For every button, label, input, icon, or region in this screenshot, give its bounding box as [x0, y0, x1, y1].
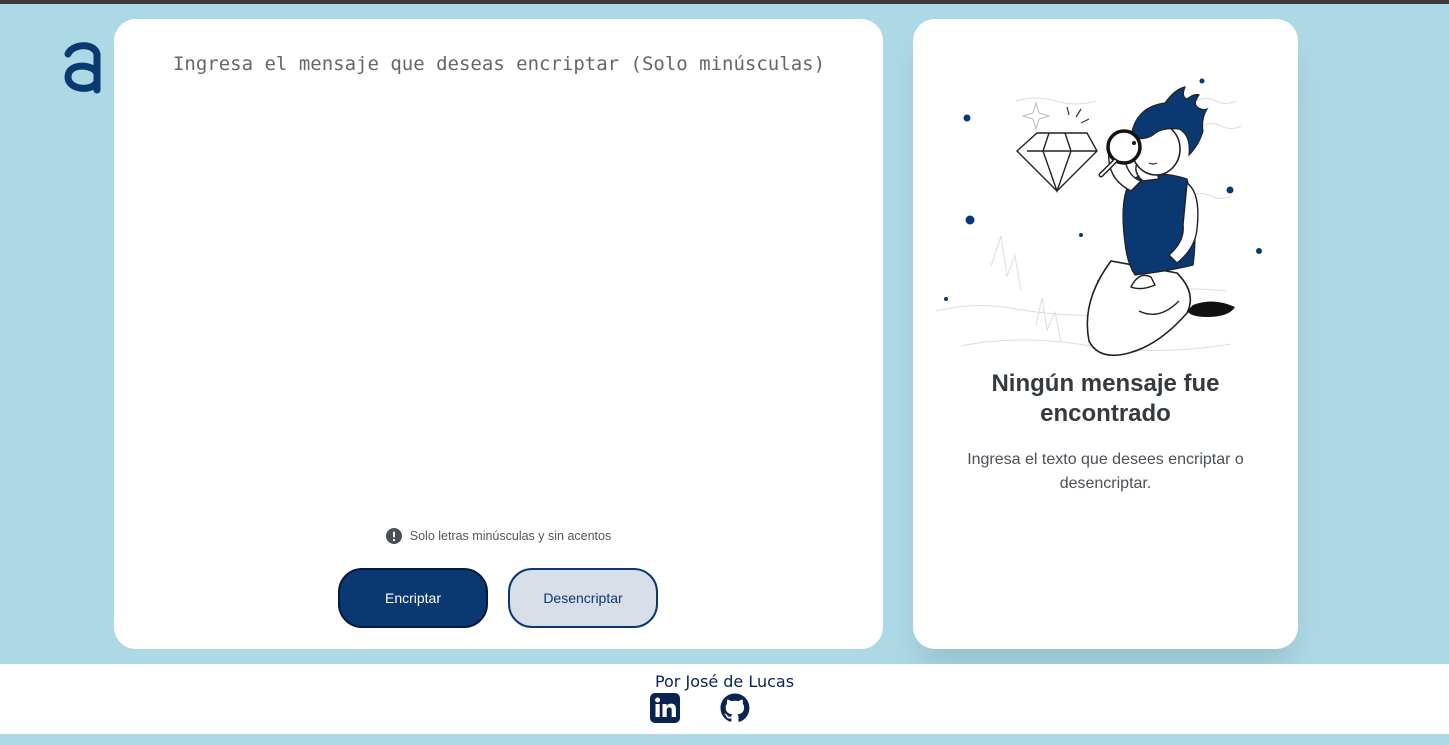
message-input[interactable]	[154, 49, 844, 509]
logo-icon[interactable]	[62, 40, 104, 96]
author-credit: Por José de Lucas	[654, 672, 795, 691]
hint-text: Solo letras minúsculas y sin acentos	[409, 529, 612, 543]
decrypt-button[interactable]: Desencriptar	[508, 568, 658, 628]
empty-state-title: Ningún mensaje fue encontrado	[991, 370, 1220, 427]
github-link[interactable]	[719, 692, 751, 724]
input-hint: Solo letras minúsculas y sin acentos	[114, 527, 883, 545]
linkedin-link[interactable]	[649, 692, 681, 724]
github-icon	[720, 693, 750, 722]
top-border	[0, 0, 1449, 4]
encrypt-button[interactable]: Encriptar	[338, 568, 488, 628]
info-icon	[385, 528, 402, 544]
linkedin-icon	[650, 693, 680, 723]
footer: Por José de Lucas	[0, 664, 1449, 734]
output-panel: Ningún mensaje fue encontrado Ingresa el…	[913, 19, 1298, 649]
empty-state-description: Ingresa el texto que desees encriptar o …	[967, 451, 1244, 492]
encrypt-panel: Solo letras minúsculas y sin acentos Enc…	[114, 19, 883, 649]
empty-state-illustration	[935, 78, 1262, 357]
